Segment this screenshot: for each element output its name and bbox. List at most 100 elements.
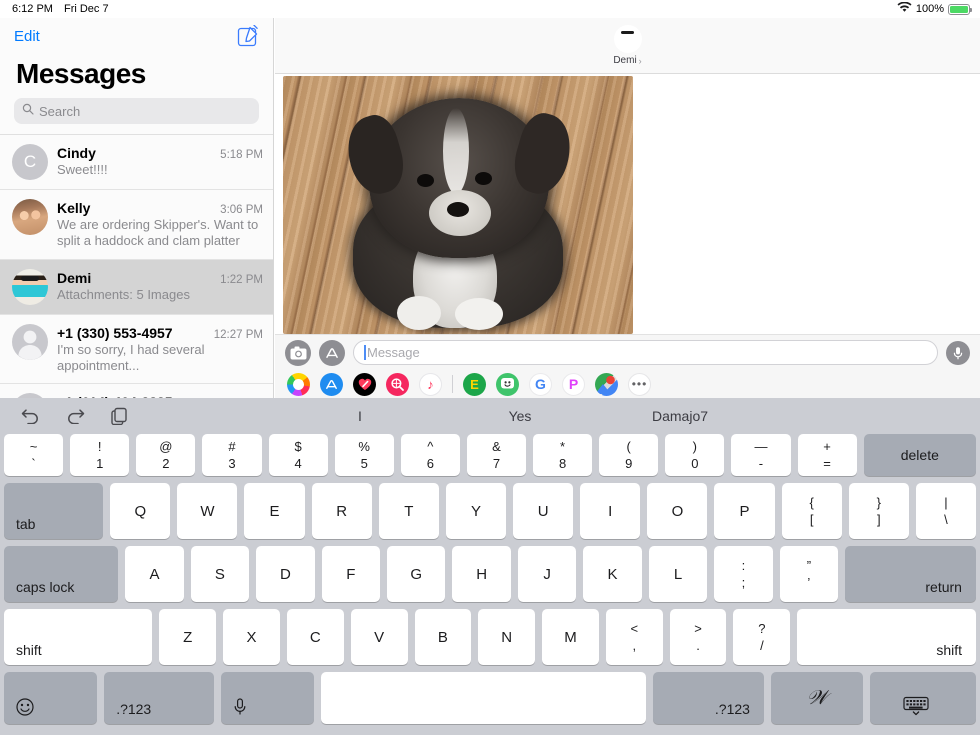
dictation-microphone-icon[interactable] [220, 672, 314, 724]
battery-percent: 100% [915, 3, 944, 15]
prediction-item[interactable]: Damajo7 [600, 408, 760, 424]
conversation-header[interactable]: Demi › [275, 18, 980, 74]
key-sub-label: - [758, 455, 764, 471]
microphone-icon[interactable] [946, 340, 970, 365]
dupe-app-icon[interactable] [496, 372, 519, 396]
google-maps-app-icon[interactable] [595, 372, 618, 396]
key-e[interactable]: E [244, 483, 305, 539]
key-g[interactable]: G [387, 546, 446, 602]
key-bracket-right[interactable]: }] [848, 483, 909, 539]
key-x[interactable]: X [223, 609, 280, 665]
search-container: Search [0, 98, 273, 134]
key-p[interactable]: P [714, 483, 775, 539]
key-numeric-left[interactable]: .?123 [104, 672, 214, 724]
key-numeric-right[interactable]: .?123 [652, 672, 764, 724]
key-0[interactable]: ) 0 [665, 434, 725, 476]
key-return[interactable]: return [845, 546, 976, 602]
key-o[interactable]: O [647, 483, 708, 539]
key-tab[interactable]: tab [4, 483, 104, 539]
key-h[interactable]: H [452, 546, 511, 602]
key-quote[interactable]: ”’ [779, 546, 839, 602]
key-semicolon[interactable]: :; [714, 546, 773, 602]
prediction-item[interactable]: I [280, 408, 440, 424]
key-slash[interactable]: ? / [733, 609, 791, 665]
itunes-app-icon[interactable]: ♪ [419, 372, 442, 396]
key-9[interactable]: (9 [599, 434, 659, 476]
key-7[interactable]: & 7 [466, 434, 526, 476]
key-4[interactable]: $4 [268, 434, 328, 476]
photos-app-icon[interactable] [287, 372, 310, 396]
key-shift-right[interactable]: shift [797, 609, 976, 665]
key-i[interactable]: I [580, 483, 641, 539]
contact-name-label: Demi [613, 55, 637, 66]
list-item[interactable]: Demi 1:22 PM Attachments: 5 Images [0, 260, 273, 315]
list-item[interactable]: Kelly 3:06 PM We are ordering Skipper's.… [0, 190, 273, 260]
key-tilde-backtick[interactable]: ~ ` [4, 434, 64, 476]
key-shift-left[interactable]: shift [4, 609, 153, 665]
camera-icon[interactable] [285, 339, 311, 366]
google-app-icon[interactable]: G [529, 372, 552, 396]
phantom-app-icon[interactable]: P [562, 372, 585, 396]
key-y[interactable]: Y [445, 483, 507, 539]
list-item[interactable]: C Cindy 5:18 PM Sweet!!!! [0, 135, 273, 190]
key-caps-lock[interactable]: caps lock [4, 546, 119, 602]
key-n[interactable]: N [478, 609, 536, 665]
app-store-app-icon[interactable] [320, 372, 343, 396]
compose-icon[interactable] [237, 25, 259, 47]
key-bracket-left[interactable]: {[ [781, 483, 842, 539]
key-equals[interactable]: + = [797, 434, 857, 476]
message-input[interactable]: Message [353, 340, 938, 365]
cash-app-icon[interactable]: E [463, 372, 486, 396]
key-delete[interactable]: delete [863, 434, 976, 476]
key-t[interactable]: T [378, 483, 439, 539]
key-period[interactable]: >. [669, 609, 727, 665]
key-2[interactable]: @2 [136, 434, 196, 476]
key-comma[interactable]: <, [605, 609, 663, 665]
key-f[interactable]: F [321, 546, 381, 602]
key-top-label: | [944, 494, 948, 510]
music-heart-app-icon[interactable] [353, 372, 376, 396]
key-a[interactable]: A [125, 546, 184, 602]
image-search-app-icon[interactable] [386, 372, 409, 396]
key-q[interactable]: Q [110, 483, 171, 539]
prediction-item[interactable]: Yes [440, 408, 600, 424]
emoji-smiley-icon[interactable] [4, 672, 98, 724]
app-store-icon[interactable] [319, 339, 345, 366]
list-item[interactable]: +1 (614) 404-3835 9:49 AM 👍 [0, 384, 273, 398]
key-8[interactable]: * 8 [533, 434, 593, 476]
paste-icon[interactable] [108, 405, 130, 427]
key-backslash[interactable]: | \ [915, 483, 977, 539]
key-z[interactable]: Z [159, 609, 217, 665]
conversation-contact[interactable]: Demi › [613, 55, 641, 66]
key-b[interactable]: B [414, 609, 472, 665]
key-space[interactable] [320, 672, 646, 724]
key-sub-label: 2 [162, 455, 170, 471]
key-3[interactable]: #3 [202, 434, 262, 476]
more-apps-icon[interactable]: ••• [628, 372, 651, 396]
page-title: Messages [16, 58, 146, 89]
list-item[interactable]: +1 (330) 553-4957 12:27 PM I'm so sorry,… [0, 315, 273, 384]
hide-keyboard-icon[interactable] [869, 672, 976, 724]
key-1[interactable]: ! 1 [70, 434, 130, 476]
key-k[interactable]: K [583, 546, 642, 602]
key-u[interactable]: U [513, 483, 574, 539]
avatar[interactable] [613, 25, 642, 53]
redo-icon[interactable] [64, 405, 86, 427]
handwriting-script-icon[interactable]: 𝒲 [770, 672, 863, 724]
search-input[interactable]: Search [14, 98, 259, 124]
key-l[interactable]: L [648, 546, 708, 602]
edit-button[interactable]: Edit [14, 28, 40, 45]
undo-icon[interactable] [20, 405, 42, 427]
key-m[interactable]: M [542, 609, 599, 665]
key-d[interactable]: D [256, 546, 315, 602]
key-6[interactable]: ^ 6 [400, 434, 460, 476]
key-r[interactable]: R [311, 483, 372, 539]
key-j[interactable]: J [517, 546, 577, 602]
photo-attachment[interactable] [283, 76, 633, 334]
key-hyphen[interactable]: — - [731, 434, 791, 476]
key-v[interactable]: V [350, 609, 408, 665]
key-5[interactable]: % 5 [334, 434, 394, 476]
key-s[interactable]: S [190, 546, 250, 602]
key-c[interactable]: C [286, 609, 344, 665]
key-w[interactable]: W [177, 483, 238, 539]
